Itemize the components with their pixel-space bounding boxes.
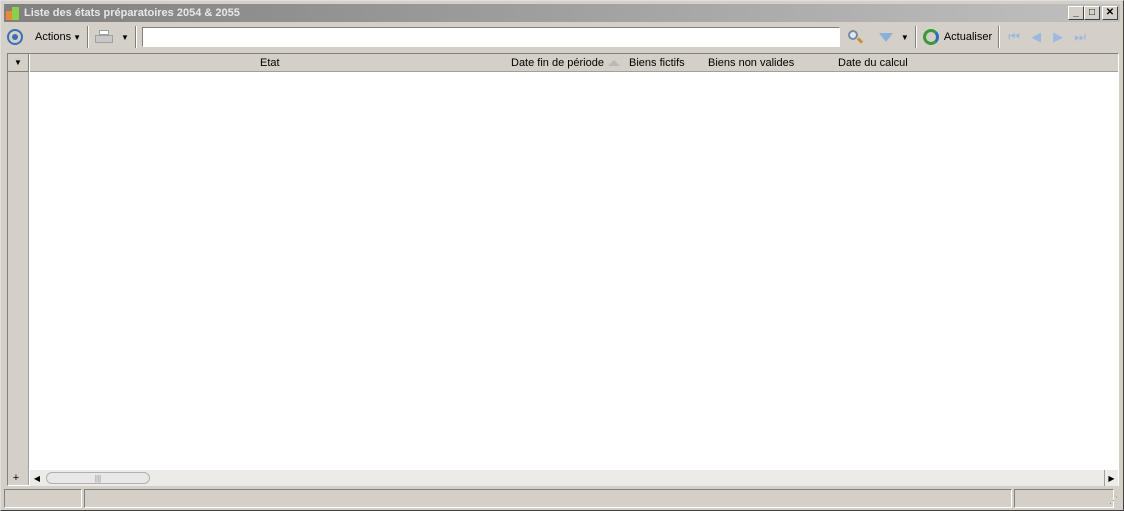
magnifier-icon [847, 29, 864, 45]
filter-button[interactable]: ▼ [866, 26, 912, 48]
actions-menu-button[interactable]: Actions ▼ [32, 26, 84, 48]
refresh-button[interactable]: Actualiser [920, 26, 995, 48]
refresh-icon [922, 29, 939, 45]
resize-grip-icon[interactable]: ⋰ [1106, 494, 1118, 506]
column-header-date-calcul[interactable]: Date du calcul [838, 54, 908, 72]
column-chooser-button[interactable]: ▼ [8, 54, 29, 72]
last-page-icon[interactable]: ⏭ [1069, 26, 1091, 48]
minimize-button[interactable]: _ [1068, 6, 1084, 20]
circle-target-icon [7, 29, 23, 45]
column-header-date-fin-periode[interactable]: Date fin de période [511, 54, 620, 72]
horizontal-scrollbar[interactable]: + ◀ ||| ▶ [13, 470, 1118, 486]
first-page-icon[interactable]: ⏮ [1003, 26, 1025, 48]
scroll-left-icon[interactable]: ◀ [30, 470, 44, 486]
scroll-thumb[interactable]: ||| [46, 472, 150, 484]
status-cell [1014, 489, 1114, 508]
data-grid[interactable]: ▼ Etat Date fin de période Biens fictifs… [7, 53, 1119, 486]
toolbar-separator [998, 26, 1001, 48]
toolbar: Actions ▼ ▼ ▼ Actualiser ⏮ ◀ ▶ ⏭ [4, 24, 1120, 50]
title-bar[interactable]: Liste des états préparatoires 2054 & 205… [4, 4, 1120, 22]
column-header-etat[interactable]: Etat [260, 54, 280, 72]
previous-page-icon[interactable]: ◀ [1025, 26, 1047, 48]
actions-label: Actions [35, 31, 72, 43]
grid-header: Etat Date fin de période Biens fictifs B… [30, 54, 1118, 72]
search-input[interactable] [141, 27, 840, 47]
print-button[interactable]: ▼ [92, 26, 132, 48]
menu-circle-button[interactable] [4, 26, 26, 48]
refresh-label: Actualiser [943, 31, 993, 43]
window-controls: _ □ ✕ [1068, 6, 1118, 20]
caret-down-icon[interactable]: ▼ [121, 33, 129, 42]
row-indicator-column [8, 54, 29, 485]
search-button[interactable] [840, 26, 866, 48]
status-cell [84, 489, 1012, 508]
toolbar-separator [87, 26, 89, 48]
funnel-icon [878, 32, 893, 42]
toolbar-separator [134, 26, 137, 48]
column-header-biens-fictifs[interactable]: Biens fictifs [629, 54, 685, 72]
toolbar-separator [914, 26, 917, 48]
sort-ascending-icon [607, 60, 620, 66]
printer-icon [95, 30, 113, 44]
window-title: Liste des états préparatoires 2054 & 205… [24, 7, 240, 19]
caret-down-icon: ▼ [73, 32, 81, 42]
column-header-biens-non-valides[interactable]: Biens non valides [708, 54, 794, 72]
status-cell [4, 489, 82, 508]
close-button[interactable]: ✕ [1102, 6, 1118, 20]
app-icon [5, 5, 21, 21]
scroll-right-icon[interactable]: ▶ [1104, 470, 1118, 486]
expand-plus-icon[interactable]: + [10, 472, 22, 484]
main-window: Liste des états préparatoires 2054 & 205… [0, 0, 1124, 511]
caret-down-icon[interactable]: ▼ [901, 33, 909, 42]
maximize-button[interactable]: □ [1084, 6, 1100, 20]
next-page-icon[interactable]: ▶ [1047, 26, 1069, 48]
status-bar: ⋰ [4, 489, 1120, 508]
